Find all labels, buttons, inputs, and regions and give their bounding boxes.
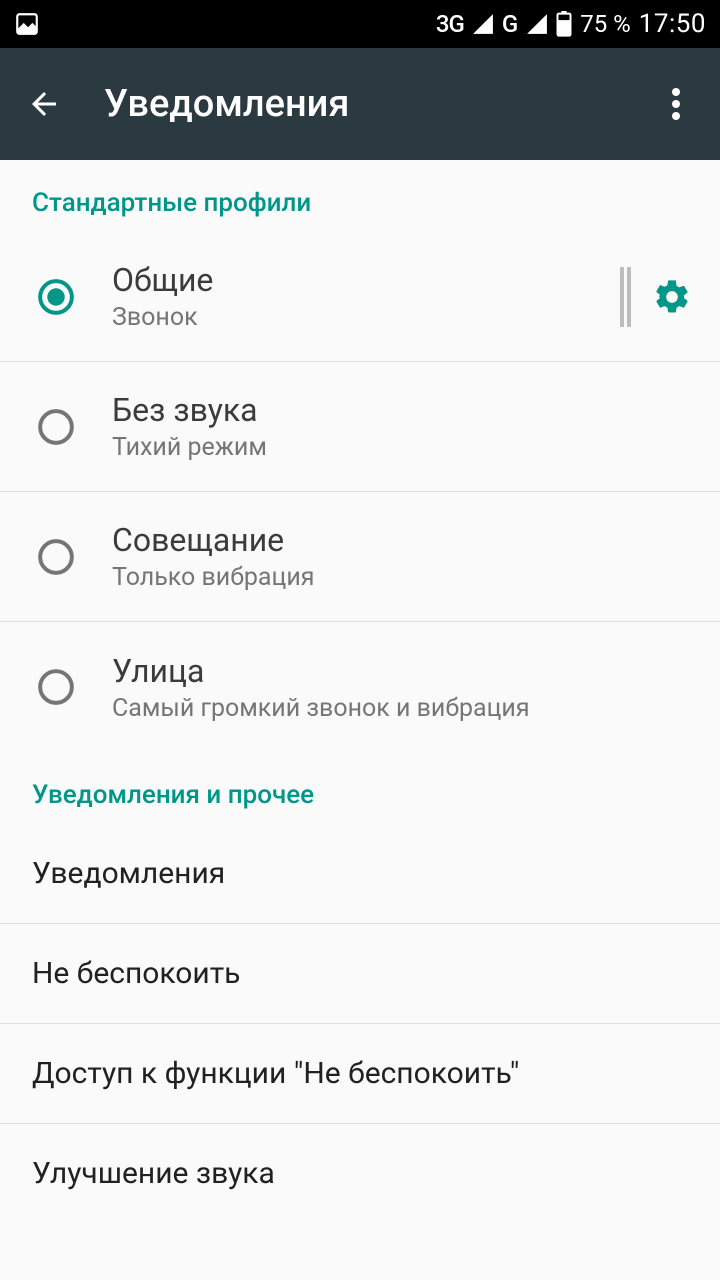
gear-icon[interactable] (652, 277, 692, 317)
section-header-profiles: Стандартные профили (0, 160, 720, 232)
radio-unselected-icon[interactable] (32, 538, 80, 576)
radio-selected-icon[interactable] (32, 278, 80, 316)
other-row-label: Уведомления (32, 856, 225, 891)
back-button[interactable] (20, 80, 68, 128)
overflow-menu-button[interactable] (652, 80, 700, 128)
signal2-icon (526, 13, 548, 35)
other-row[interactable]: Уведомления (0, 824, 720, 924)
profile-gear-wrap (620, 267, 692, 327)
network1-label: 3G (436, 10, 464, 38)
page-title: Уведомления (104, 82, 349, 126)
radio-unselected-icon[interactable] (32, 668, 80, 706)
other-row[interactable]: Не беспокоить (0, 924, 720, 1024)
other-row-label: Доступ к функции "Не беспокоить" (32, 1056, 519, 1091)
profile-row[interactable]: Общие Звонок (0, 232, 720, 362)
image-icon (14, 11, 40, 37)
signal1-icon (472, 13, 494, 35)
profile-subtitle: Тихий режим (112, 433, 692, 462)
battery-icon (556, 11, 572, 37)
profile-title: Улица (112, 652, 692, 690)
content: Стандартные профили Общие Звонок Без зву… (0, 160, 720, 1223)
other-row-label: Не беспокоить (32, 956, 240, 991)
profile-subtitle: Самый громкий звонок и вибрация (112, 694, 692, 723)
radio-unselected-icon[interactable] (32, 408, 80, 446)
section-header-other: Уведомления и прочее (0, 752, 720, 824)
other-row-label: Улучшение звука (32, 1156, 275, 1191)
profile-row[interactable]: Улица Самый громкий звонок и вибрация (0, 622, 720, 752)
profile-row[interactable]: Совещание Только вибрация (0, 492, 720, 622)
profile-row[interactable]: Без звука Тихий режим (0, 362, 720, 492)
profile-subtitle: Звонок (112, 303, 620, 332)
profile-title: Без звука (112, 391, 692, 429)
divider-bar (627, 267, 631, 327)
profile-title: Общие (112, 261, 620, 299)
battery-percent: 75 % (580, 10, 631, 38)
other-row[interactable]: Доступ к функции "Не беспокоить" (0, 1024, 720, 1124)
profile-title: Совещание (112, 521, 692, 559)
status-bar: 3G G 75 % 17:50 (0, 0, 720, 48)
network2-label: G (502, 10, 518, 38)
clock: 17:50 (639, 9, 706, 39)
profile-subtitle: Только вибрация (112, 563, 692, 592)
other-row[interactable]: Улучшение звука (0, 1124, 720, 1223)
app-bar: Уведомления (0, 48, 720, 160)
divider-bar (620, 267, 624, 327)
